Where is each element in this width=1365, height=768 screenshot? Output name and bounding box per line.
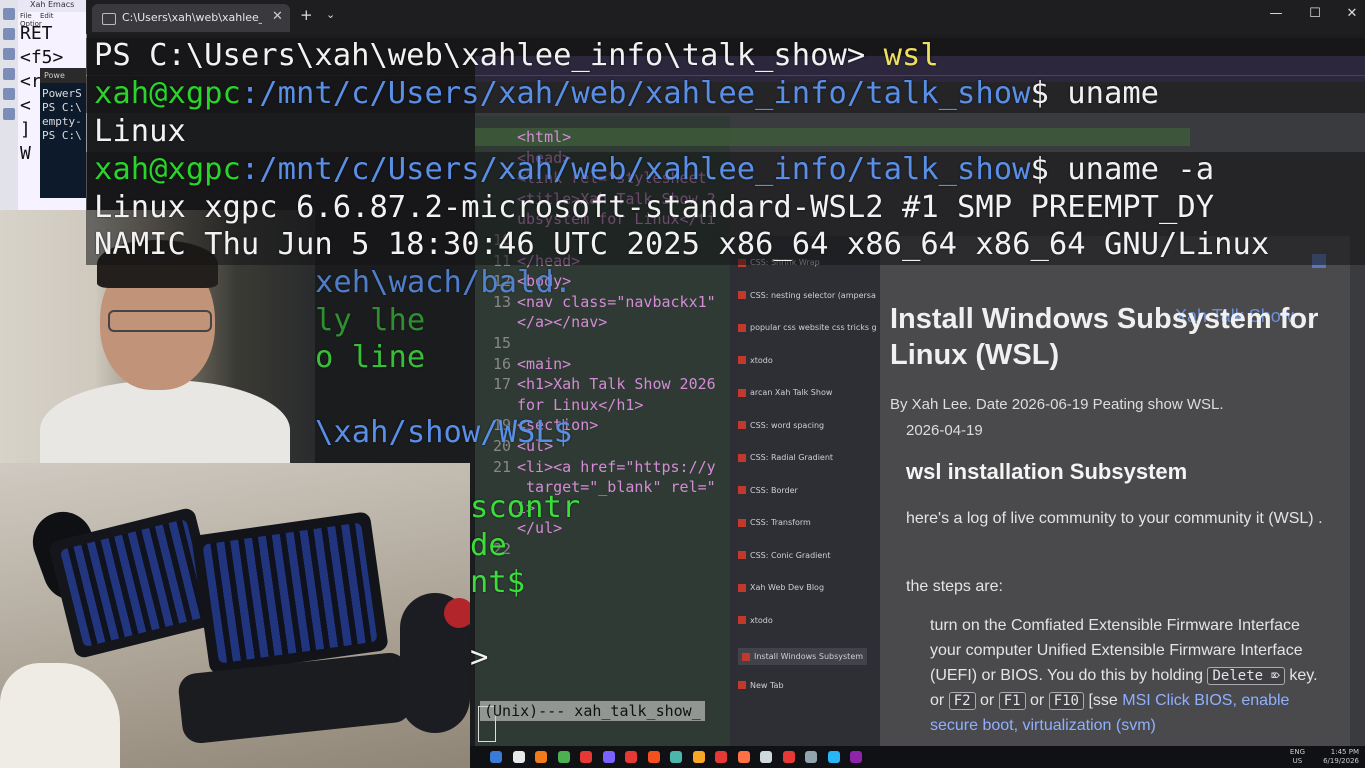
emacs-modeline: (Unix)--- xah_talk_show_	[480, 701, 705, 721]
ghost-text: de	[470, 528, 507, 563]
terminal-line-bash-prompt: xah@xgpc:/mnt/c/Users/xah/web/xahlee_inf…	[94, 76, 1159, 111]
desktop-app-icon[interactable]	[3, 8, 15, 20]
terminal-line-output: Linux xgpc 6.6.87.2-microsoft-standard-W…	[94, 190, 1215, 225]
new-tab-button[interactable]: +	[300, 6, 313, 24]
emacs-menu-edit[interactable]: Edit	[40, 12, 54, 20]
terminal-output[interactable]: PS C:\Users\xah\web\xahlee_info\talk_sho…	[86, 34, 1365, 768]
close-window-button[interactable]: ✕	[1342, 6, 1362, 21]
ghost-text: ly lhe	[315, 303, 426, 338]
emacs-line: RET	[20, 23, 53, 44]
emacs-line: <f5>	[20, 47, 64, 68]
desktop-app-icon[interactable]	[3, 108, 15, 120]
powershell-line: empty-	[42, 115, 82, 128]
desktop-icon-column	[0, 0, 18, 210]
desktop-app-icon[interactable]	[3, 48, 15, 60]
powershell-line: PS C:\	[42, 129, 82, 142]
prompt-user: xah@xgpc	[94, 76, 241, 111]
ghost-text: nt$	[470, 565, 526, 600]
desktop-app-icon[interactable]	[3, 88, 15, 100]
powershell-line: PowerS	[42, 87, 82, 100]
terminal-line-ps-prompt: PS C:\Users\xah\web\xahlee_info\talk_sho…	[94, 38, 939, 73]
terminal-line-output: NAMIC Thu Jun 5 18:30:46 UTC 2025 x86_64…	[94, 227, 1270, 262]
terminal-line-output: Linux	[94, 114, 186, 149]
powershell-line: PS C:\	[42, 101, 82, 114]
minimize-button[interactable]: —	[1266, 6, 1286, 21]
terminal-tabbar: C:\Users\xah\web\xahlee_inf ✕ + ⌄ — ☐ ✕	[86, 0, 1365, 34]
ghost-text: o line	[315, 340, 426, 375]
desktop-app-icon[interactable]	[3, 28, 15, 40]
prompt-path: :/mnt/c/Users/xah/web/xahlee_info/talk_s…	[240, 152, 1031, 187]
ghost-text: >	[470, 640, 489, 675]
prompt-path: :/mnt/c/Users/xah/web/xahlee_info/talk_s…	[240, 76, 1031, 111]
ghost-text: xeh\wach/bald.	[315, 265, 573, 300]
prompt-user: xah@xgpc	[94, 152, 241, 187]
close-tab-icon[interactable]: ✕	[272, 9, 283, 24]
maximize-button[interactable]: ☐	[1305, 6, 1325, 21]
desktop-app-icon[interactable]	[3, 68, 15, 80]
terminal-tab-title: C:\Users\xah\web\xahlee_inf	[122, 11, 262, 24]
command-text: wsl	[883, 38, 939, 73]
emacs-menu-file[interactable]: File	[20, 12, 32, 20]
command-text: $ uname	[1030, 76, 1160, 111]
ghost-text: \xah/show/WSL$	[315, 415, 573, 450]
chevron-down-icon[interactable]: ⌄	[326, 8, 335, 21]
terminal-window[interactable]: C:\Users\xah\web\xahlee_inf ✕ + ⌄ — ☐ ✕ …	[86, 0, 1365, 768]
command-text: $ uname -a	[1030, 152, 1215, 187]
powershell-mini-window[interactable]: Powe PowerS PS C:\ empty- PS C:\	[40, 68, 86, 198]
ghost-text: scontr	[470, 490, 581, 525]
powershell-tab[interactable]: Powe	[40, 68, 86, 83]
terminal-icon	[102, 13, 116, 25]
terminal-tab[interactable]: C:\Users\xah\web\xahlee_inf ✕	[92, 4, 290, 32]
ps-prompt: PS C:\Users\xah\web\xahlee_info\talk_sho…	[94, 38, 884, 73]
terminal-line-bash-prompt: xah@xgpc:/mnt/c/Users/xah/web/xahlee_inf…	[94, 152, 1214, 187]
